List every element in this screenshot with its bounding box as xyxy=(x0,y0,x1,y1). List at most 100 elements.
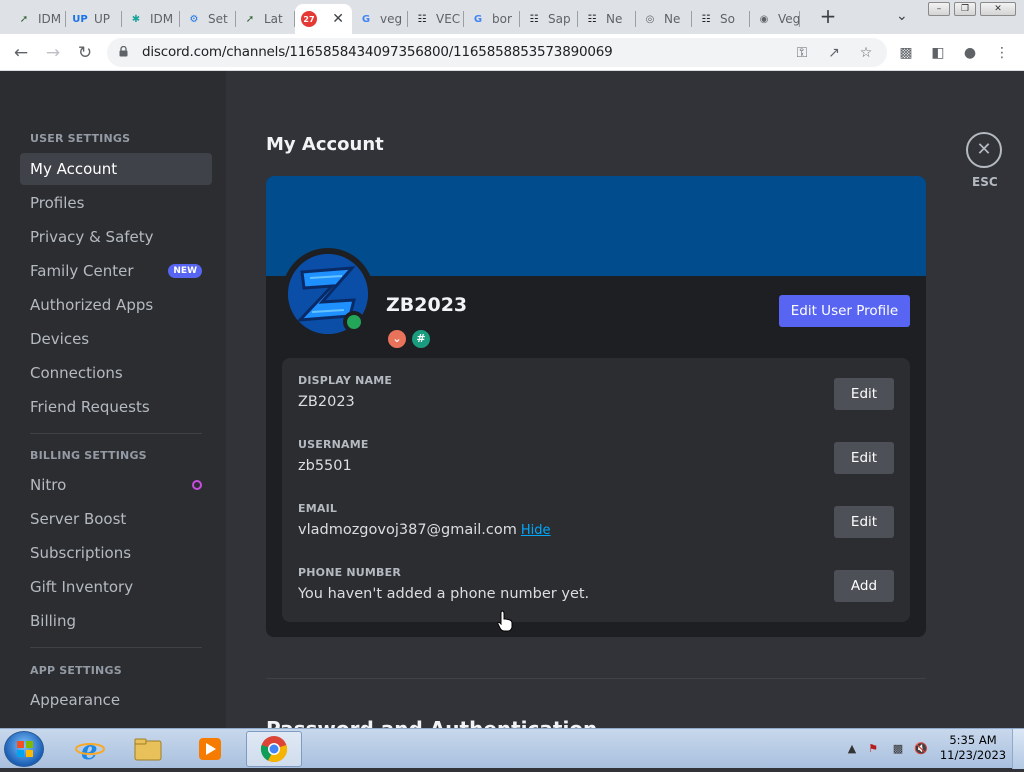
sidebar-item-privacy-safety[interactable]: Privacy & Safety xyxy=(20,221,212,253)
network-icon[interactable]: ▩ xyxy=(891,742,905,756)
display-name-text: ZB2023 xyxy=(298,394,355,410)
forward-arrow-icon[interactable]: → xyxy=(42,42,64,64)
url-text[interactable]: discord.com/channels/1165858434097356800… xyxy=(142,44,613,60)
new-tab-button[interactable]: + xyxy=(818,6,838,26)
tab-title: So xyxy=(720,12,735,26)
sidebar-item-nitro[interactable]: Nitro xyxy=(20,469,212,501)
chrome-icon: ◎ xyxy=(645,13,655,25)
hypesquad-badge-icon[interactable]: ⌄ xyxy=(388,330,406,348)
sidebar-item-appearance[interactable]: Appearance xyxy=(20,684,212,716)
browser-tab[interactable]: ◉ Veg xyxy=(750,4,800,34)
idm-icon: ➚ xyxy=(245,13,255,25)
close-window-button[interactable]: ✕ xyxy=(980,2,1016,16)
file-explorer-taskbar-button[interactable] xyxy=(120,731,176,767)
sidebar-item-label: Friend Requests xyxy=(30,398,150,416)
minimize-button[interactable]: – xyxy=(928,2,950,16)
chrome-icon xyxy=(260,736,288,763)
sidebar-item-my-account[interactable]: My Account xyxy=(20,153,212,185)
globe-icon: ◉ xyxy=(759,13,769,25)
share-icon[interactable]: ↗ xyxy=(825,44,843,62)
display-name-edit-button[interactable]: Edit xyxy=(834,378,894,410)
address-bar[interactable]: discord.com/channels/1165858434097356800… xyxy=(107,38,887,67)
profile-avatar-icon[interactable]: ● xyxy=(960,43,980,63)
username-text: zb5501 xyxy=(298,458,352,474)
email-edit-button[interactable]: Edit xyxy=(834,506,894,538)
browser-tab[interactable]: ➚ IDM xyxy=(10,4,66,34)
sidebar-item-profiles[interactable]: Profiles xyxy=(20,187,212,219)
sidebar-item-label: Nitro xyxy=(30,476,67,494)
sidebar-divider xyxy=(30,647,202,648)
tab-title: IDM xyxy=(38,12,62,26)
browser-tab[interactable]: ☷ So xyxy=(692,4,750,34)
lock-icon[interactable] xyxy=(119,46,128,57)
browser-tab[interactable]: UP UP xyxy=(66,4,122,34)
phone-number-text: You haven't added a phone number yet. xyxy=(298,586,590,602)
taskbar-clock[interactable]: 5:35 AM 11/23/2023 xyxy=(938,733,1008,763)
browser-tab[interactable]: ☷ Sap xyxy=(520,4,578,34)
tab-title: VEC xyxy=(436,12,461,26)
sidebar-item-label: Appearance xyxy=(30,691,121,709)
browser-tab[interactable]: Gveg xyxy=(352,4,408,34)
google-icon: G xyxy=(473,13,483,25)
extensions-puzzle-icon[interactable]: ▩ xyxy=(896,43,916,63)
media-player-taskbar-button[interactable] xyxy=(182,731,238,767)
google-icon: G xyxy=(361,13,371,25)
puzzle-icon: ✱ xyxy=(131,13,141,25)
sidebar-item-label: My Account xyxy=(30,160,118,178)
media-player-icon xyxy=(199,738,221,760)
tray-expand-icon[interactable]: ▲ xyxy=(845,742,859,756)
hide-email-link[interactable]: Hide xyxy=(521,523,551,538)
discord-settings: USER SETTINGS My Account Profiles Privacy … xyxy=(0,71,1024,728)
sidebar-item-connections[interactable]: Connections xyxy=(20,357,212,389)
hashtag-badge-icon[interactable]: # xyxy=(412,330,430,348)
esc-label: ESC xyxy=(972,175,998,189)
edit-user-profile-button[interactable]: Edit User Profile xyxy=(779,295,910,327)
sidebar-item-billing[interactable]: Billing xyxy=(20,605,212,637)
sidebar-item-devices[interactable]: Devices xyxy=(20,323,212,355)
reload-icon[interactable]: ↻ xyxy=(74,42,96,64)
browser-tab[interactable]: ✱ IDM xyxy=(122,4,180,34)
tab-title: Veg xyxy=(778,12,800,26)
chrome-taskbar-button[interactable] xyxy=(246,731,302,767)
browser-tab[interactable]: ☷ Ne xyxy=(578,4,636,34)
browser-tab[interactable]: ☷ VEC xyxy=(408,4,464,34)
back-arrow-icon[interactable]: ← xyxy=(10,42,32,64)
profile-banner xyxy=(266,176,926,276)
clock-time: 5:35 AM xyxy=(949,733,997,747)
menu-kebab-icon[interactable]: ⋮ xyxy=(992,43,1012,63)
nitro-icon xyxy=(192,480,202,490)
sidebar-item-authorized-apps[interactable]: Authorized Apps xyxy=(20,289,212,321)
browser-tab[interactable]: ⚙ Set xyxy=(180,4,236,34)
sidebar-item-friend-requests[interactable]: Friend Requests xyxy=(20,391,212,423)
tab-search-chevron-icon[interactable]: ⌄ xyxy=(896,8,908,24)
bank-icon: ☷ xyxy=(529,13,539,25)
sidebar-item-subscriptions[interactable]: Subscriptions xyxy=(20,537,212,569)
sidebar-item-family-center[interactable]: Family Center NEW xyxy=(20,255,212,287)
tab-title: Ne xyxy=(606,12,623,26)
key-icon[interactable]: ⚿ xyxy=(793,44,811,62)
browser-tab[interactable]: ➚ Lat xyxy=(236,4,295,34)
bookmark-star-icon[interactable]: ☆ xyxy=(857,44,875,62)
internet-explorer-taskbar-button[interactable]: e xyxy=(62,731,118,767)
maximize-button[interactable]: ❐ xyxy=(954,2,976,16)
close-settings-button[interactable]: ✕ xyxy=(966,132,1002,168)
close-tab-icon[interactable]: ✕ xyxy=(332,11,344,27)
sidebar-item-label: Family Center xyxy=(30,262,134,280)
sidebar-item-label: Gift Inventory xyxy=(30,578,134,596)
windows-start-button[interactable] xyxy=(4,731,44,767)
volume-muted-icon[interactable]: 🔇 xyxy=(914,742,928,756)
section-divider xyxy=(266,678,926,679)
side-panel-icon[interactable]: ◧ xyxy=(928,43,948,63)
phone-number-add-button[interactable]: Add xyxy=(834,570,894,602)
sidebar-item-label: Authorized Apps xyxy=(30,296,154,314)
page-title: My Account xyxy=(266,134,384,155)
action-center-flag-icon[interactable]: ⚑ xyxy=(866,742,880,756)
browser-tab[interactable]: Gbor xyxy=(464,4,520,34)
sidebar-item-gift-inventory[interactable]: Gift Inventory xyxy=(20,571,212,603)
browser-tab[interactable]: 27 ✕ xyxy=(295,4,352,34)
browser-tab[interactable]: ◎ Ne xyxy=(636,4,692,34)
username-edit-button[interactable]: Edit xyxy=(834,442,894,474)
username-value: zb5501 xyxy=(298,458,352,474)
show-desktop-button[interactable] xyxy=(1012,729,1024,769)
sidebar-item-server-boost[interactable]: Server Boost xyxy=(20,503,212,535)
